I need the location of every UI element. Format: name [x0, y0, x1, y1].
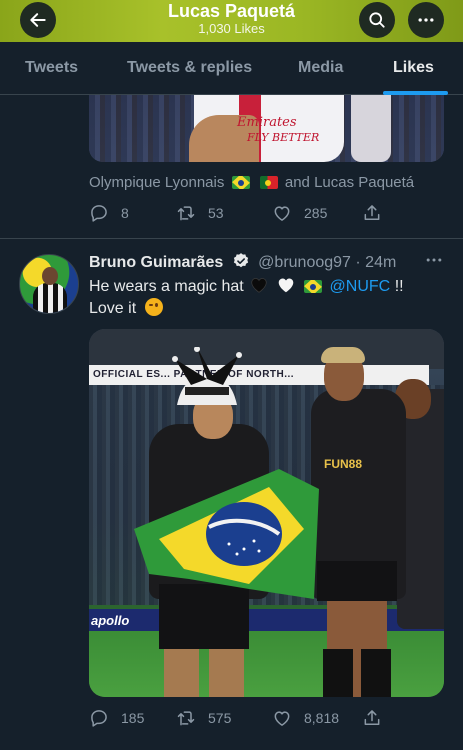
share-button[interactable]	[362, 707, 382, 729]
avatar[interactable]	[19, 254, 79, 314]
profile-tabs: Tweets Tweets & replies Media Likes	[0, 42, 463, 95]
author-handle[interactable]: @brunoog97	[258, 254, 351, 271]
search-button[interactable]	[359, 2, 395, 38]
like-button[interactable]: 8,818	[272, 707, 339, 729]
brazil-flag-icon	[231, 176, 250, 189]
tweet-actions: 185 575 8,818	[0, 707, 463, 729]
avatar-head	[42, 267, 58, 285]
winking-face-icon	[144, 298, 163, 316]
reply-icon	[91, 710, 107, 727]
search-icon	[369, 12, 385, 28]
previous-tweet-actions: 8 53 285	[0, 202, 463, 224]
like-icon	[274, 711, 290, 726]
verified-icon	[233, 253, 248, 268]
tweet-author-line: Bruno Guimarães @brunoog97 · 24m	[89, 252, 396, 272]
tweet-text-part3: Love it	[89, 300, 137, 317]
brazil-flag-icon	[304, 280, 323, 293]
photo-stand	[89, 329, 444, 369]
like-count: 8,818	[304, 710, 340, 726]
reply-button[interactable]: 185	[89, 707, 144, 729]
retweet-count: 575	[208, 710, 232, 726]
retweet-icon	[177, 711, 195, 726]
tab-tweets-replies[interactable]: Tweets & replies	[127, 59, 252, 77]
media-sponsor-text: Emirates	[237, 115, 297, 130]
previous-tweet-media[interactable]: Emirates FLY BETTER	[89, 95, 444, 162]
tweet-time[interactable]: 24m	[365, 254, 396, 271]
share-button[interactable]	[362, 202, 382, 224]
reply-icon	[91, 205, 107, 222]
reply-button[interactable]: 8	[89, 202, 129, 224]
tweet-more-icon[interactable]	[424, 250, 444, 270]
photo-player2-socks	[323, 649, 391, 697]
tab-media[interactable]: Media	[298, 59, 343, 77]
more-options-button[interactable]	[408, 2, 444, 38]
photo-player2-hair	[321, 347, 365, 363]
tweet-text-part1: He wears a magic hat	[89, 278, 244, 295]
caption-right-text: and Lucas Paquetá	[284, 174, 415, 191]
photo-ad-board	[89, 609, 444, 631]
previous-tweet-caption[interactable]: Olympique Lyonnais and Lucas Paquetá	[89, 174, 414, 191]
portugal-flag-icon	[259, 176, 278, 189]
tab-likes[interactable]: Likes	[393, 59, 434, 77]
jester-hat-icon	[172, 347, 242, 405]
tab-tweets[interactable]: Tweets	[25, 59, 78, 77]
reply-count: 8	[121, 205, 129, 221]
time-separator: ·	[355, 254, 361, 271]
retweet-button[interactable]: 575	[176, 707, 231, 729]
more-icon	[418, 18, 434, 22]
photo-shirt-sponsor: FUN88	[324, 457, 363, 471]
avatar-shirt	[33, 283, 67, 313]
retweet-button[interactable]: 53	[176, 202, 224, 224]
like-icon	[274, 206, 290, 221]
like-button[interactable]: 285	[272, 202, 327, 224]
brazil-flag-banner	[134, 469, 319, 599]
mention-link[interactable]: @NUFC	[330, 278, 391, 295]
caption-left-text: Olympique Lyonnais	[89, 174, 225, 191]
photo-player1-legs	[164, 649, 244, 697]
tweet-text: He wears a magic hat @NUFC !! Love it	[89, 276, 444, 320]
media-player-right	[351, 95, 391, 162]
share-icon	[364, 205, 380, 220]
retweet-count: 53	[208, 205, 224, 221]
photo-ad-board-text: apollo	[91, 613, 130, 628]
media-sponsor-subtext: FLY BETTER	[247, 131, 320, 144]
tweet-divider	[0, 238, 463, 239]
share-icon	[364, 710, 380, 725]
white-heart-icon	[278, 278, 293, 293]
tweet-text-part2: !!	[394, 278, 404, 295]
profile-header: Lucas Paquetá 1,030 Likes	[0, 0, 463, 42]
retweet-icon	[177, 206, 195, 221]
reply-count: 185	[121, 710, 145, 726]
tweet-photo[interactable]: OFFICIAL ES... PARTNER OF NORTH... apoll…	[89, 329, 444, 697]
photo-player2-shorts	[317, 561, 397, 601]
like-count: 285	[304, 205, 328, 221]
black-heart-icon	[251, 278, 267, 293]
author-name[interactable]: Bruno Guimarães	[89, 254, 223, 271]
